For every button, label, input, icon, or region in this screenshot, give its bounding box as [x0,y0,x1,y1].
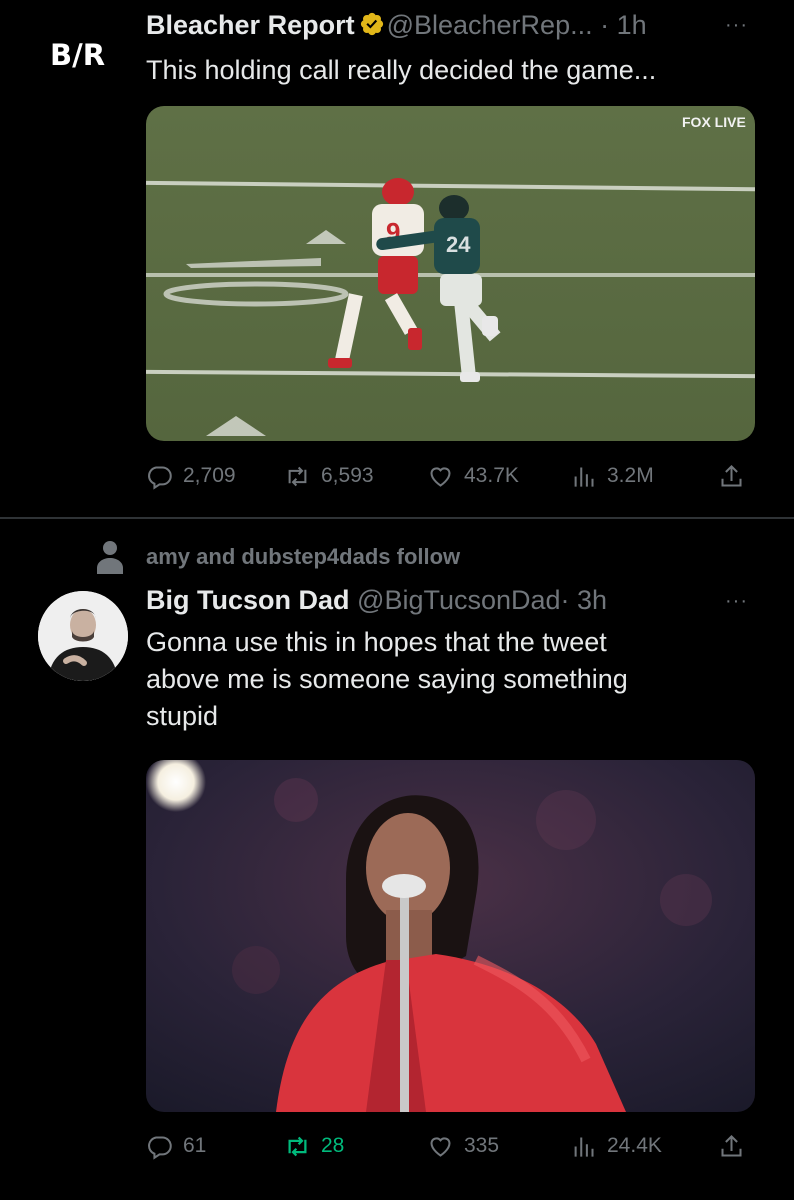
reply-icon [148,465,172,490]
author-handle[interactable]: @BleacherRep... [387,10,593,40]
reply-button-2[interactable]: 61 [146,1129,206,1163]
retweet-count: 6,593 [321,464,374,487]
tweet-header: Bleacher Report @BleacherRep... · 1h [146,10,647,41]
reply-button[interactable]: 2,709 [146,459,236,493]
person-icon [97,541,123,574]
tweet-media-football-play[interactable]: 9 24 FOX LIVE [146,106,755,441]
football-field-image: 9 24 FOX LIVE [146,106,755,441]
tweet-text-line: stupid [146,701,219,731]
svg-text:24: 24 [446,232,471,257]
views-button[interactable]: 3.2M [570,459,654,493]
like-button-2[interactable]: 335 [427,1129,499,1163]
tweet-text-2: Gonna use this in hopes that the tweet a… [146,624,628,735]
view-count: 3.2M [607,464,654,487]
views-icon [574,467,594,487]
retweet-icon [288,466,307,486]
author-name[interactable]: Bleacher Report [146,10,355,40]
tweet-time[interactable]: · 1h [600,10,647,40]
avatar-photo [38,591,128,681]
tweet-bleacher-report[interactable]: B/R Bleacher Report @BleacherRep... · 1h … [0,0,794,517]
like-count: 43.7K [464,464,519,487]
tweet-text: This holding call really decided the gam… [146,55,657,85]
tweet-text-line: above me is someone saying something [146,664,628,694]
avatar[interactable] [38,591,128,681]
more-icon-2[interactable]: ··· [725,590,748,613]
like-icon [430,1136,451,1157]
retweet-icon [288,1136,307,1156]
tweet-text-line: Gonna use this in hopes that the tweet [146,627,607,657]
tweet-actions-2: 61 28 335 24.4K [146,1129,755,1163]
share-button[interactable] [718,459,755,493]
avatar-br-logo[interactable]: B/R [50,38,105,72]
more-icon[interactable]: ··· [725,14,748,37]
social-context[interactable]: amy and dubstep4dads follow [146,544,460,570]
tweet-time-2[interactable]: · 3h [561,585,608,615]
retweet-button[interactable]: 6,593 [284,459,374,493]
view-count-2: 24.4K [607,1134,662,1157]
share-icon [721,1134,742,1157]
share-icon [721,464,742,487]
retweet-count-2: 28 [321,1134,345,1157]
reply-icon [148,1135,172,1160]
retweet-button-2[interactable]: 28 [284,1129,344,1163]
broadcast-badge: FOX LIVE [682,114,746,130]
views-icon [574,1137,594,1157]
verified-icon [360,12,383,36]
author-name-2[interactable]: Big Tucson Dad [146,585,350,615]
reply-count-2: 61 [183,1134,207,1157]
like-icon [430,466,451,487]
share-button-2[interactable] [718,1129,755,1163]
reply-count: 2,709 [183,464,236,487]
views-button-2[interactable]: 24.4K [570,1129,662,1163]
tweet-media-performer[interactable] [146,760,755,1112]
tweet-actions: 2,709 6,593 43.7K 3.2M [146,459,755,493]
like-count-2: 335 [464,1134,500,1157]
like-button[interactable]: 43.7K [427,459,519,493]
tweet-header-2: Big Tucson Dad @BigTucsonDad· 3h [146,585,607,616]
author-handle-2[interactable]: @BigTucsonDad [357,585,561,615]
tweet-divider [0,517,794,519]
performer-image [146,760,755,1112]
